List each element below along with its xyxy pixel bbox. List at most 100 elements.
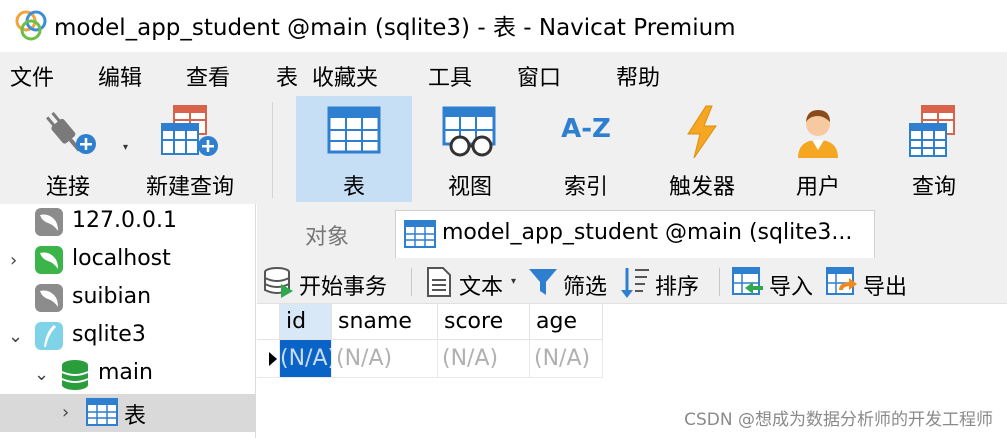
menu-help[interactable]: 帮助 [616,60,660,92]
tree-item-label: 127.0.0.1 [72,208,177,233]
toolbar-separator [411,268,412,296]
menu-window[interactable]: 窗口 [517,60,561,92]
tab-table-label: model_app_student @main (sqlite3... [442,220,853,245]
chevron-down-icon[interactable]: ▾ [511,276,516,287]
tree-item-label: suibian [72,284,152,309]
toolbar-separator [272,102,273,198]
tree-item-127-0-0-1[interactable]: 127.0.0.1 [0,204,256,242]
cell-sname[interactable]: (N/A) [332,340,438,378]
document-text-icon [427,267,451,297]
tab-objects-label: 对象 [304,225,349,250]
table-icon [404,220,436,248]
column-header-score[interactable]: score [438,304,530,340]
tree-item-label: localhost [72,246,171,271]
export-button[interactable]: 导出 [825,264,915,300]
query-button[interactable]: 查询 [884,96,984,202]
chevron-down-icon[interactable]: ⌄ [8,326,23,347]
tab-table-data[interactable]: model_app_student @main (sqlite3... [395,210,875,258]
table-row[interactable]: (N/A) (N/A) (N/A) (N/A) [257,340,603,378]
import-icon [732,267,763,295]
cell-id[interactable]: (N/A) [280,340,332,378]
user-avatar-icon [798,110,838,158]
export-icon [826,267,857,295]
row-header-corner [257,304,280,340]
sort-icon [621,268,649,298]
begin-transaction-button[interactable]: 开始事务 [263,264,399,300]
index-az-icon: A-Z [561,114,611,144]
cell-age[interactable]: (N/A) [530,340,603,378]
chevron-down-icon[interactable]: ⌄ [34,364,49,385]
mysql-connection-icon [35,208,63,236]
sort-button[interactable]: 排序 [619,264,715,300]
data-toolbar: 开始事务 文本 ▾ 筛选 排序 导入 导出 [257,258,1007,304]
table-button[interactable]: 表 [296,96,412,202]
tree-item-localhost[interactable]: › localhost [0,242,256,280]
plug-connect-icon [46,111,96,154]
menu-favorites[interactable]: 收藏夹 [312,60,378,92]
tree-item-label: main [98,360,153,385]
trigger-button[interactable]: 触发器 [650,96,754,202]
filter-button[interactable]: 筛选 [527,264,617,300]
column-header-age[interactable]: age [530,304,603,340]
chevron-right-icon[interactable]: › [62,402,69,423]
column-header-sname[interactable]: sname [332,304,438,340]
user-label: 用户 [795,175,840,200]
user-button[interactable]: 用户 [766,96,870,202]
export-label: 导出 [863,275,908,300]
mysql-connection-icon [35,284,63,312]
tree-item-suibian[interactable]: suibian [0,280,256,318]
chevron-right-icon[interactable]: › [10,250,17,271]
watermark-text: CSDN @想成为数据分析师的开发工程师 [684,410,993,430]
text-view-label: 文本 [459,275,504,300]
main-toolbar: 连接 ▾ 新建查询 表 视图 A-Z 索引 触发器 用户 查询 [0,96,1007,204]
connect-dropdown-arrow-icon[interactable]: ▾ [123,142,128,153]
toolbar-separator [719,268,720,296]
import-button[interactable]: 导入 [731,264,821,300]
index-button[interactable]: A-Z 索引 [534,96,638,202]
tree-item-main[interactable]: ⌄ main [0,356,256,394]
menu-tools[interactable]: 工具 [428,60,472,92]
query-label: 查询 [911,175,956,200]
lightning-trigger-icon [687,105,717,159]
current-row-pointer-icon [269,352,277,366]
table-label: 表 [342,175,365,200]
window-title: model_app_student @main (sqlite3) - 表 - … [54,15,736,41]
view-label: 视图 [447,175,492,200]
filter-label: 筛选 [563,275,608,300]
transaction-start-icon [264,267,293,298]
new-query-icon [161,105,218,156]
tab-strip: 对象 model_app_student @main (sqlite3... [257,204,1007,258]
menu-file[interactable]: 文件 [10,60,54,92]
column-header-id[interactable]: id [280,304,332,340]
table-icon [86,398,118,426]
text-view-button[interactable]: 文本 ▾ [425,264,521,300]
tree-item-sqlite3[interactable]: ⌄ sqlite3 [0,318,256,356]
filter-funnel-icon [529,269,557,295]
tree-item-label: sqlite3 [72,322,146,347]
menu-table[interactable]: 表 [276,60,298,92]
new-query-button[interactable]: 新建查询 [136,96,244,202]
tab-objects[interactable]: 对象 [261,210,393,258]
cell-score[interactable]: (N/A) [438,340,530,378]
tree-item-tables[interactable]: › 表 [0,394,256,432]
view-button[interactable]: 视图 [416,96,524,202]
connect-button[interactable]: 连接 [22,96,114,202]
connection-tree: 127.0.0.1 › localhost suibian ⌄ sqlite3 … [0,204,256,438]
menu-bar: 文件 编辑 查看 表 收藏夹 工具 窗口 帮助 [0,52,1007,96]
connect-label: 连接 [45,175,90,200]
menu-view[interactable]: 查看 [186,60,230,92]
trigger-label: 触发器 [668,175,735,200]
table-icon [327,106,381,154]
begin-transaction-label: 开始事务 [299,275,388,300]
row-header[interactable] [257,340,280,378]
title-bar: model_app_student @main (sqlite3) - 表 - … [0,0,1007,50]
view-glasses-icon [442,106,496,157]
sqlite-connection-icon [35,322,63,350]
import-label: 导入 [769,275,814,300]
sort-label: 排序 [655,275,700,300]
tree-item-label: 表 [124,404,147,429]
grid-header-row: id sname score age [257,304,603,340]
index-label: 索引 [563,175,608,200]
mysql-connection-icon [35,246,63,274]
menu-edit[interactable]: 编辑 [98,60,142,92]
